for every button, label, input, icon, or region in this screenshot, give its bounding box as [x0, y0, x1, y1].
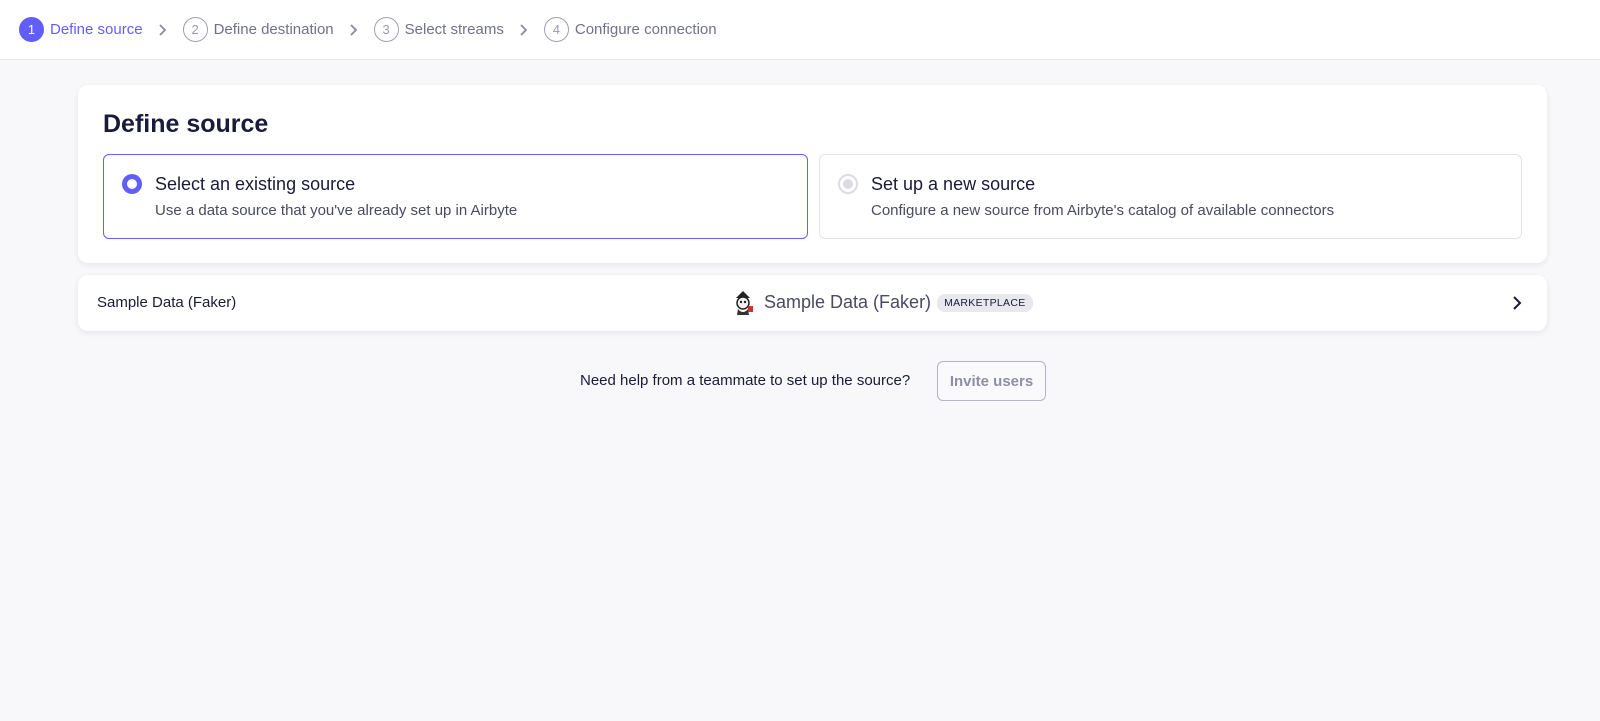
source-name: Sample Data (Faker)	[97, 294, 237, 311]
option-description: Configure a new source from Airbyte's ca…	[871, 202, 1335, 219]
step-define-source[interactable]: 1 Define source	[19, 17, 143, 42]
step-number: 2	[182, 17, 208, 42]
page-title: Define source	[103, 110, 269, 138]
option-title: Select an existing source	[155, 174, 356, 194]
stepper: 1 Define source 2 Define destination 3 S…	[0, 0, 1600, 60]
step-define-destination[interactable]: 2 Define destination	[182, 17, 334, 42]
option-description: Use a data source that you've already se…	[155, 202, 518, 219]
option-title: Set up a new source	[871, 174, 1036, 194]
faker-icon	[736, 291, 753, 315]
step-label: Define destination	[213, 21, 334, 38]
option-existing-source[interactable]: Select an existing source Use a data sou…	[103, 154, 808, 239]
source-list-item[interactable]: Sample Data (Faker) Sample Data (Faker) …	[78, 275, 1547, 331]
chevron-right-icon	[348, 23, 360, 36]
help-section: Need help from a teammate to set up the …	[0, 361, 1600, 401]
step-label: Configure connection	[574, 21, 717, 38]
step-select-streams[interactable]: 3 Select streams	[373, 17, 504, 42]
connector-name: Sample Data (Faker)	[764, 292, 932, 312]
step-number: 1	[19, 17, 44, 42]
invite-users-button[interactable]: Invite users	[937, 361, 1046, 401]
step-label: Select streams	[404, 21, 504, 38]
chevron-right-icon	[157, 23, 169, 36]
marketplace-badge: MARKETPLACE	[937, 293, 1033, 312]
step-configure-connection[interactable]: 4 Configure connection	[543, 17, 717, 42]
step-label: Define source	[50, 21, 143, 38]
define-source-card: Define source Select an existing source …	[78, 85, 1547, 263]
chevron-right-icon	[518, 23, 530, 36]
connector-info: Sample Data (Faker) MARKETPLACE	[731, 289, 1033, 316]
chevron-right-icon	[1513, 296, 1522, 310]
radio-unselected-icon[interactable]	[838, 174, 858, 194]
radio-selected-icon[interactable]	[122, 174, 142, 194]
step-number: 4	[543, 17, 569, 42]
step-number: 3	[373, 17, 399, 42]
option-new-source[interactable]: Set up a new source Configure a new sour…	[819, 154, 1522, 239]
help-text: Need help from a teammate to set up the …	[580, 372, 911, 389]
